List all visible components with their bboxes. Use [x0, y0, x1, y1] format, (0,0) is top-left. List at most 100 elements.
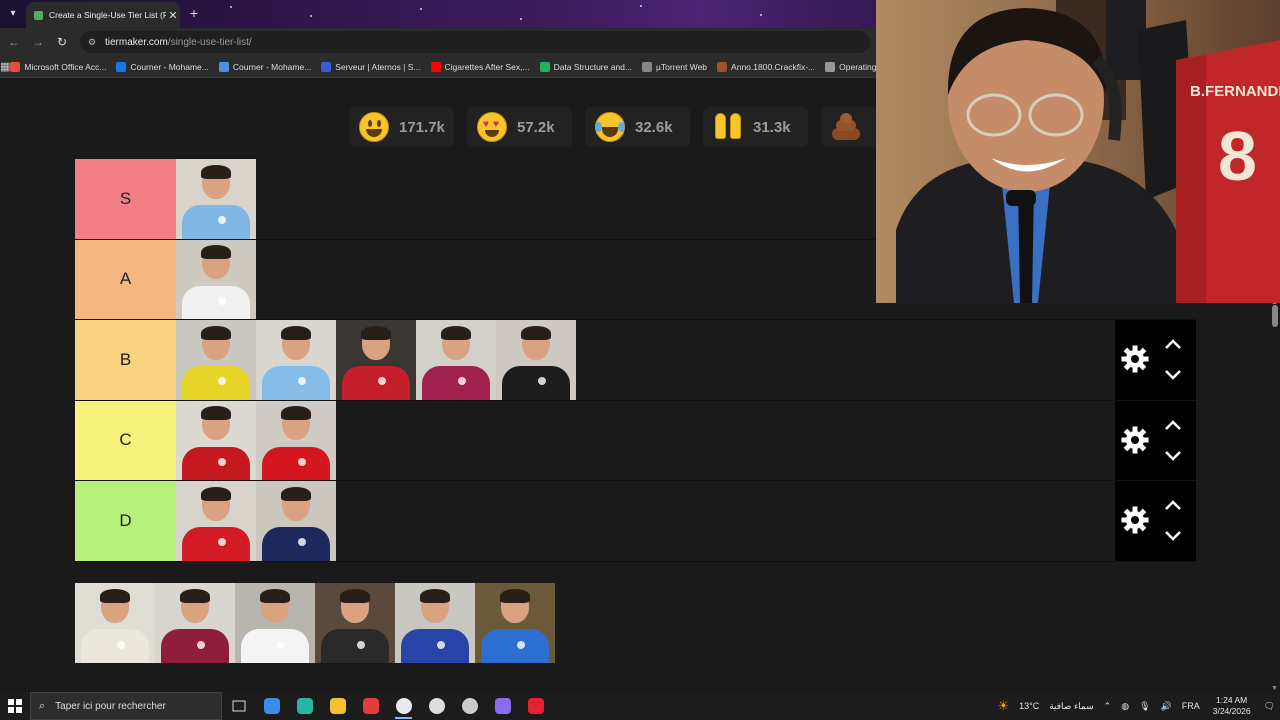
- scrollbar-thumb[interactable]: [1272, 305, 1278, 327]
- tier-row-b: B: [75, 320, 1196, 401]
- weather-description[interactable]: سماء صافية: [1049, 701, 1093, 712]
- raised-hands-icon: [711, 110, 745, 144]
- tier-item-photo[interactable]: [75, 583, 155, 663]
- tier-item-photo[interactable]: [176, 400, 256, 480]
- heart-eyes-face-icon: ♥ ♥: [475, 110, 509, 144]
- tier-item-photo[interactable]: [475, 583, 555, 663]
- tier-item-photo[interactable]: [416, 320, 496, 400]
- tier-drop-zone[interactable]: [176, 481, 336, 561]
- tier-label[interactable]: C: [75, 400, 176, 480]
- taskbar-app-icon[interactable]: [453, 692, 486, 720]
- reaction-button[interactable]: ♥ ♥ 57.2k: [467, 107, 572, 147]
- taskbar-app-icon[interactable]: [519, 692, 552, 720]
- tab-title: Create a Single-Use Tier List (P: [49, 10, 166, 20]
- bookmark-item[interactable]: Serveur | Aternos | S...: [321, 61, 421, 72]
- reaction-button[interactable]: 32.6k: [585, 107, 690, 147]
- tier-item-photo[interactable]: [256, 400, 336, 480]
- tier-item-photo[interactable]: [336, 320, 416, 400]
- move-down-icon[interactable]: [1163, 368, 1183, 382]
- move-up-icon[interactable]: [1163, 418, 1183, 432]
- tier-item-photo[interactable]: [395, 583, 475, 663]
- back-arrow-icon[interactable]: ←: [6, 34, 22, 50]
- start-button[interactable]: [0, 692, 30, 720]
- tier-item-photo[interactable]: [176, 320, 256, 400]
- tier-label[interactable]: S: [75, 159, 176, 239]
- tab-search-icon[interactable]: ▾: [4, 5, 22, 23]
- webcam-overlay: B.FERNANDES 8: [876, 0, 1280, 303]
- tier-label[interactable]: D: [75, 481, 176, 561]
- bookmark-item[interactable]: Cigarettes After Sex,...: [430, 61, 530, 72]
- forward-arrow-icon[interactable]: →: [30, 34, 46, 50]
- language-indicator[interactable]: FRA: [1182, 701, 1200, 711]
- tier-item-photo[interactable]: [176, 159, 256, 239]
- gear-icon[interactable]: [1120, 505, 1150, 535]
- apps-grid-icon[interactable]: ▦: [0, 60, 10, 73]
- taskbar-app-icon[interactable]: [288, 692, 321, 720]
- bookmark-favicon-icon: [218, 61, 229, 72]
- search-placeholder: Taper ici pour rechercher: [55, 700, 166, 712]
- tier-drop-zone[interactable]: [176, 239, 256, 319]
- bookmark-label: Anno.1800.Crackfix-...: [731, 61, 816, 72]
- move-down-icon[interactable]: [1163, 449, 1183, 463]
- taskbar-app-icon[interactable]: [255, 692, 288, 720]
- taskbar-app-icon[interactable]: [486, 692, 519, 720]
- microphone-icon[interactable]: 🎙: [1139, 701, 1150, 712]
- bookmark-favicon-icon: [10, 61, 21, 72]
- bookmark-label: Operating Systems |...: [839, 61, 876, 72]
- scroll-down-icon[interactable]: ▼: [1271, 685, 1278, 692]
- volume-icon[interactable]: 🔊: [1161, 701, 1172, 712]
- tier-drop-zone[interactable]: [176, 320, 576, 400]
- tier-drop-zone[interactable]: [176, 159, 256, 239]
- site-info-icon[interactable]: ⚙: [88, 37, 99, 48]
- reaction-button[interactable]: 171.7k: [349, 107, 454, 147]
- tier-item-photo[interactable]: [496, 320, 576, 400]
- reaction-count: 31.3k: [753, 118, 791, 136]
- bookmark-item[interactable]: Operating Systems |...: [825, 61, 876, 72]
- gear-icon[interactable]: [1120, 344, 1150, 374]
- tier-item-photo[interactable]: [235, 583, 315, 663]
- tier-item-photo[interactable]: [256, 481, 336, 561]
- taskbar-app-icon[interactable]: [420, 692, 453, 720]
- bookmark-item[interactable]: Data Structure and...: [539, 61, 632, 72]
- gear-icon[interactable]: [1120, 425, 1150, 455]
- reload-icon[interactable]: ↻: [54, 34, 70, 50]
- tier-item-photo[interactable]: [155, 583, 235, 663]
- close-tab-icon[interactable]: ✕: [166, 9, 180, 22]
- tier-item-photo[interactable]: [315, 583, 395, 663]
- reaction-button[interactable]: 31.3k: [703, 107, 808, 147]
- tier-item-photo[interactable]: [176, 481, 256, 561]
- show-hidden-icons-icon[interactable]: ⌃: [1104, 701, 1112, 712]
- bookmark-item[interactable]: Courner - Mohame...: [218, 61, 311, 72]
- bookmark-label: Microsoft Office Acc...: [24, 61, 107, 72]
- bookmark-item[interactable]: µTorrent Web: [642, 61, 707, 72]
- task-view-icon[interactable]: [222, 692, 255, 720]
- notifications-icon[interactable]: 🗨: [1264, 701, 1275, 712]
- move-down-icon[interactable]: [1163, 529, 1183, 543]
- clock[interactable]: 1:24 AM 3/24/2026: [1213, 695, 1251, 717]
- network-icon[interactable]: ◍: [1121, 701, 1129, 712]
- move-up-icon[interactable]: [1163, 498, 1183, 512]
- taskbar-app-icon[interactable]: [387, 692, 420, 720]
- active-tab[interactable]: Create a Single-Use Tier List (P ✕: [26, 2, 180, 28]
- tier-item-photo[interactable]: [256, 320, 336, 400]
- bookmark-label: Cigarettes After Sex,...: [444, 61, 530, 72]
- weather-temperature[interactable]: 13°C: [1019, 701, 1039, 711]
- tier-label[interactable]: A: [75, 239, 176, 319]
- page-scrollbar[interactable]: ▲ ▼: [1270, 299, 1280, 692]
- tier-label[interactable]: B: [75, 320, 176, 400]
- unranked-items-pool: [75, 583, 555, 663]
- bookmark-item[interactable]: Anno.1800.Crackfix-...: [717, 61, 816, 72]
- tier-item-photo[interactable]: [176, 239, 256, 319]
- address-bar[interactable]: ⚙ tiermaker.com /single-use-tier-list/: [80, 31, 870, 53]
- taskbar-app-icon[interactable]: [321, 692, 354, 720]
- taskbar-search-box[interactable]: ⌕ Taper ici pour rechercher: [30, 692, 222, 720]
- tears-of-joy-face-icon: [593, 110, 627, 144]
- bookmark-item[interactable]: Microsoft Office Acc...: [10, 61, 107, 72]
- tier-drop-zone[interactable]: [176, 400, 336, 480]
- tier-controls: [1115, 400, 1196, 480]
- move-up-icon[interactable]: [1163, 337, 1183, 351]
- bookmark-item[interactable]: Courner - Mohame...: [116, 61, 209, 72]
- new-tab-button[interactable]: +: [186, 6, 202, 22]
- taskbar-app-icon[interactable]: [354, 692, 387, 720]
- windows-logo-icon: [8, 699, 22, 713]
